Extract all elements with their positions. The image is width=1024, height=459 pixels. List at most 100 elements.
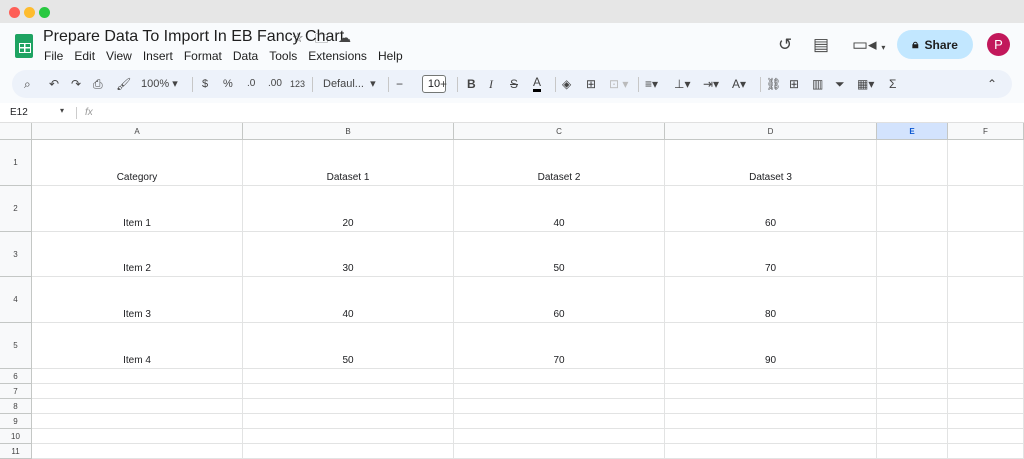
sheets-logo-icon[interactable] bbox=[15, 34, 33, 58]
cell-b9[interactable] bbox=[243, 414, 454, 429]
menu-format[interactable]: Format bbox=[184, 49, 222, 63]
cell-b1[interactable]: Dataset 1 bbox=[243, 140, 454, 186]
cell-f1[interactable] bbox=[948, 140, 1024, 186]
select-all-corner[interactable] bbox=[0, 123, 32, 140]
cell-a8[interactable] bbox=[32, 399, 243, 414]
percent-button[interactable]: % bbox=[223, 76, 233, 92]
row-header-3[interactable]: 3 bbox=[0, 232, 32, 277]
menu-tools[interactable]: Tools bbox=[269, 49, 297, 63]
row-header-6[interactable]: 6 bbox=[0, 369, 32, 384]
row-header-9[interactable]: 9 bbox=[0, 414, 32, 429]
cell-f9[interactable] bbox=[948, 414, 1024, 429]
menu-help[interactable]: Help bbox=[378, 49, 403, 63]
vertical-align-icon[interactable]: ⊥▾ bbox=[674, 76, 690, 92]
text-wrap-icon[interactable]: ⇥▾ bbox=[703, 76, 719, 92]
cell-f10[interactable] bbox=[948, 429, 1024, 444]
cell-e4[interactable] bbox=[877, 277, 948, 323]
cell-e1[interactable] bbox=[877, 140, 948, 186]
borders-icon[interactable]: ⊞ bbox=[586, 76, 596, 92]
cell-c6[interactable] bbox=[454, 369, 665, 384]
currency-button[interactable]: $ bbox=[202, 76, 208, 92]
cell-a4[interactable]: Item 3 bbox=[32, 277, 243, 323]
name-box-dropdown-icon[interactable]: ▾ bbox=[60, 106, 64, 115]
cell-b11[interactable] bbox=[243, 444, 454, 459]
cell-b3[interactable]: 30 bbox=[243, 232, 454, 277]
avatar[interactable]: P bbox=[987, 33, 1010, 56]
cell-f7[interactable] bbox=[948, 384, 1024, 399]
redo-icon[interactable]: ↷ bbox=[71, 76, 81, 92]
search-icon[interactable]: ⌕ bbox=[24, 76, 31, 92]
cell-a2[interactable]: Item 1 bbox=[32, 186, 243, 232]
cell-a5[interactable]: Item 4 bbox=[32, 323, 243, 369]
filter-icon[interactable]: ⏷ bbox=[835, 76, 845, 92]
row-header-11[interactable]: 11 bbox=[0, 444, 32, 459]
horizontal-align-icon[interactable]: ≡▾ bbox=[645, 76, 658, 92]
cell-b7[interactable] bbox=[243, 384, 454, 399]
menu-file[interactable]: File bbox=[44, 49, 63, 63]
decrease-decimal-button[interactable]: .0 bbox=[247, 76, 255, 92]
cell-b4[interactable]: 40 bbox=[243, 277, 454, 323]
cell-f3[interactable] bbox=[948, 232, 1024, 277]
cell-d5[interactable]: 90 bbox=[665, 323, 877, 369]
minimize-window-button[interactable] bbox=[24, 7, 35, 18]
share-button[interactable]: 🔒︎Share bbox=[897, 30, 973, 59]
cell-f11[interactable] bbox=[948, 444, 1024, 459]
menu-view[interactable]: View bbox=[106, 49, 132, 63]
menu-edit[interactable]: Edit bbox=[74, 49, 95, 63]
cell-d11[interactable] bbox=[665, 444, 877, 459]
column-header-e[interactable]: E bbox=[877, 123, 948, 140]
cell-b10[interactable] bbox=[243, 429, 454, 444]
link-icon[interactable]: ⛓︎ bbox=[766, 76, 781, 92]
cell-f5[interactable] bbox=[948, 323, 1024, 369]
menu-extensions[interactable]: Extensions bbox=[308, 49, 367, 63]
collapse-toolbar-icon[interactable]: ⌃ bbox=[987, 76, 997, 92]
row-header-8[interactable]: 8 bbox=[0, 399, 32, 414]
cell-a1[interactable]: Category bbox=[32, 140, 243, 186]
text-rotation-icon[interactable]: A▾ bbox=[732, 76, 746, 92]
filter-views-icon[interactable]: ▦▾ bbox=[857, 76, 874, 92]
cell-c11[interactable] bbox=[454, 444, 665, 459]
row-header-4[interactable]: 4 bbox=[0, 277, 32, 323]
column-header-f[interactable]: F bbox=[948, 123, 1024, 140]
cell-a9[interactable] bbox=[32, 414, 243, 429]
name-box[interactable]: E12 bbox=[10, 107, 28, 118]
menu-insert[interactable]: Insert bbox=[143, 49, 173, 63]
column-header-c[interactable]: C bbox=[454, 123, 665, 140]
column-header-b[interactable]: B bbox=[243, 123, 454, 140]
insert-chart-icon[interactable]: ▥ bbox=[812, 76, 823, 92]
cell-c3[interactable]: 50 bbox=[454, 232, 665, 277]
zoom-select[interactable]: 100% ▾ bbox=[141, 76, 178, 92]
functions-button[interactable]: Σ bbox=[889, 76, 896, 92]
cell-e10[interactable] bbox=[877, 429, 948, 444]
cell-e3[interactable] bbox=[877, 232, 948, 277]
maximize-window-button[interactable] bbox=[39, 7, 50, 18]
merge-cells-icon[interactable]: ⊡ ▾ bbox=[609, 76, 628, 92]
cell-a7[interactable] bbox=[32, 384, 243, 399]
cell-f6[interactable] bbox=[948, 369, 1024, 384]
row-header-2[interactable]: 2 bbox=[0, 186, 32, 232]
cell-b6[interactable] bbox=[243, 369, 454, 384]
row-header-1[interactable]: 1 bbox=[0, 140, 32, 186]
cell-c7[interactable] bbox=[454, 384, 665, 399]
cell-b8[interactable] bbox=[243, 399, 454, 414]
text-color-icon[interactable]: A bbox=[533, 76, 541, 92]
cell-e9[interactable] bbox=[877, 414, 948, 429]
cell-c4[interactable]: 60 bbox=[454, 277, 665, 323]
italic-button[interactable]: I bbox=[489, 76, 493, 92]
comments-icon[interactable]: ▤ bbox=[813, 35, 829, 55]
print-icon[interactable]: ⎙ bbox=[93, 76, 103, 92]
row-header-7[interactable]: 7 bbox=[0, 384, 32, 399]
cell-d1[interactable]: Dataset 3 bbox=[665, 140, 877, 186]
cloud-status-icon[interactable]: ☁ bbox=[338, 30, 351, 46]
cell-b2[interactable]: 20 bbox=[243, 186, 454, 232]
cell-d9[interactable] bbox=[665, 414, 877, 429]
cell-a11[interactable] bbox=[32, 444, 243, 459]
cell-d4[interactable]: 80 bbox=[665, 277, 877, 323]
cell-c8[interactable] bbox=[454, 399, 665, 414]
column-header-a[interactable]: A bbox=[32, 123, 243, 140]
cell-e7[interactable] bbox=[877, 384, 948, 399]
decrease-font-size-button[interactable]: − bbox=[396, 76, 403, 92]
cell-a10[interactable] bbox=[32, 429, 243, 444]
cell-c5[interactable]: 70 bbox=[454, 323, 665, 369]
strikethrough-icon[interactable]: S bbox=[510, 76, 518, 92]
